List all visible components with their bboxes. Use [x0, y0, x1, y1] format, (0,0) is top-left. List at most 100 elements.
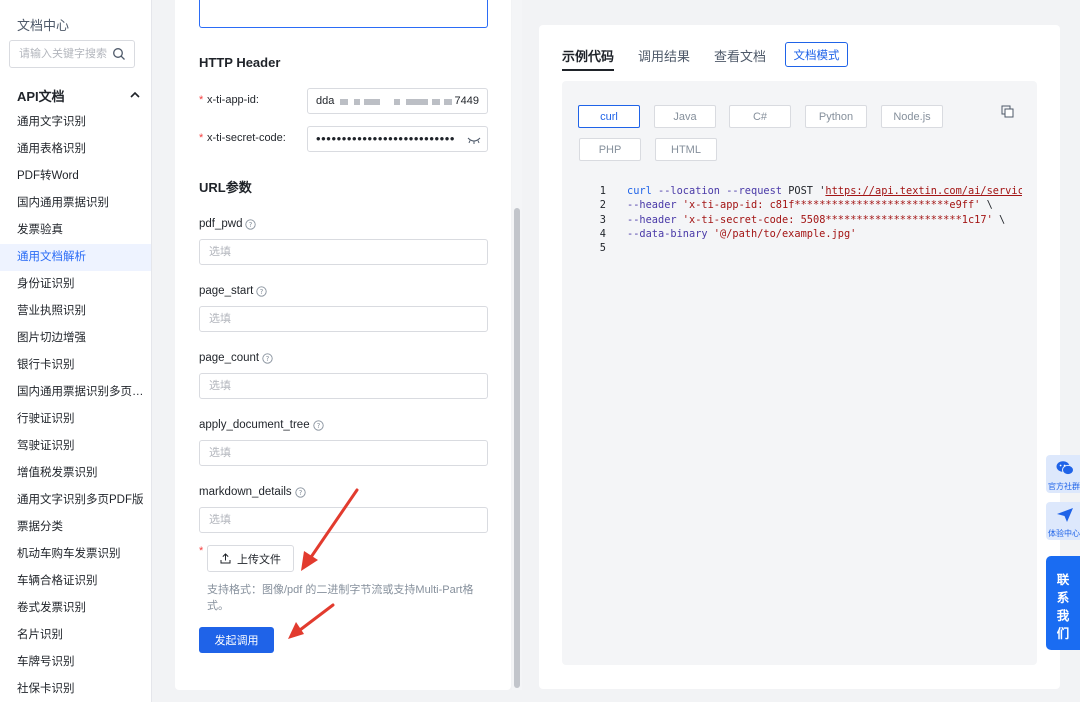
param-label: markdown_details	[199, 486, 292, 498]
page-count-input[interactable]	[199, 373, 488, 399]
sidebar-item-image-crop[interactable]: 图片切边增强	[0, 325, 151, 352]
sidebar-item-table-ocr[interactable]: 通用表格识别	[0, 136, 151, 163]
param-label: page_count	[199, 352, 260, 364]
code-url[interactable]: https://api.textin.com/ai/service/v1/pdf…	[825, 185, 1022, 197]
chevron-up-icon[interactable]	[129, 89, 141, 101]
sidebar-section-api[interactable]: API文档	[0, 82, 151, 108]
http-header-title: HTTP Header	[199, 55, 281, 70]
secret-code-row: * x-ti-secret-code: ••••••••••••••••••••…	[199, 126, 488, 152]
param-page-start: page_start ?	[199, 283, 488, 332]
sidebar-search[interactable]	[9, 40, 135, 68]
search-icon[interactable]	[112, 47, 126, 61]
line-number: 5	[599, 242, 606, 255]
sidebar-title: 文档中心	[17, 18, 70, 33]
sidebar-item-vehicle-license[interactable]: 行驶证识别	[0, 406, 151, 433]
code-token: 'x-ti-app-id: c81f**********************…	[676, 199, 981, 212]
search-input[interactable]	[10, 41, 110, 67]
sidebar-item-driver-license[interactable]: 驾驶证识别	[0, 433, 151, 460]
param-label: pdf_pwd	[199, 218, 243, 230]
line-number: 2	[599, 199, 606, 212]
sidebar-item-business-card[interactable]: 名片识别	[0, 622, 151, 649]
lang-tab-html[interactable]: HTML	[655, 138, 717, 161]
svg-text:?: ?	[249, 221, 253, 229]
sidebar-item-bill-classify[interactable]: 票据分类	[0, 514, 151, 541]
lang-tab-php[interactable]: PHP	[579, 138, 641, 161]
sidebar-item-plate[interactable]: 车牌号识别	[0, 649, 151, 676]
send-icon	[1057, 508, 1073, 522]
help-icon[interactable]: ?	[245, 218, 257, 230]
apply-document-tree-input[interactable]	[199, 440, 488, 466]
upload-hint: 支持格式：图像/pdf 的二进制字节流或支持Multi-Part格式。	[207, 584, 474, 612]
app-id-prefix: dda	[316, 95, 335, 107]
param-pdf-pwd: pdf_pwd ?	[199, 216, 488, 265]
tab-view-docs[interactable]: 查看文档	[714, 46, 766, 69]
svg-text:?: ?	[266, 355, 270, 363]
lang-tab-java[interactable]: Java	[654, 105, 716, 128]
help-icon[interactable]: ?	[312, 419, 324, 431]
sidebar-item-business-license[interactable]: 营业执照识别	[0, 298, 151, 325]
code-token: POST '	[782, 185, 826, 197]
experience-label: 体验中心	[1048, 529, 1080, 538]
sidebar-item-vat-invoice[interactable]: 增值税发票识别	[0, 460, 151, 487]
sidebar-item-social-card[interactable]: 社保卡识别	[0, 676, 151, 702]
lang-tab-nodejs[interactable]: Node.js	[881, 105, 943, 128]
sidebar-list: 通用文字识别 通用表格识别 PDF转Word 国内通用票据识别 发票验真 通用文…	[0, 109, 151, 702]
lang-tab-python[interactable]: Python	[805, 105, 867, 128]
code-line: 4 --data-binary '@/path/to/example.jpg'	[592, 227, 1022, 241]
lang-tab-csharp[interactable]: C#	[729, 105, 791, 128]
code-panel: 示例代码 调用结果 查看文档 文档模式 curl Java C# Python …	[539, 25, 1060, 689]
previous-field[interactable]	[199, 0, 488, 28]
code-token: --header	[627, 199, 677, 212]
app-id-suffix: 7449	[454, 95, 479, 107]
secret-code-field[interactable]: •••••••••••••••••••••••••••	[307, 126, 488, 152]
pdf-pwd-input[interactable]	[199, 239, 488, 265]
contact-char: 系	[1056, 591, 1070, 605]
lang-tab-curl[interactable]: curl	[578, 105, 640, 128]
sidebar-item-doc-parse[interactable]: 通用文档解析	[0, 244, 151, 271]
sidebar-item-id-card[interactable]: 身份证识别	[0, 271, 151, 298]
page-start-input[interactable]	[199, 306, 488, 332]
sidebar-item-bank-card[interactable]: 银行卡识别	[0, 352, 151, 379]
help-icon[interactable]: ?	[256, 285, 268, 297]
help-icon[interactable]: ?	[262, 352, 273, 364]
upload-file-button[interactable]: 上传文件	[207, 545, 294, 572]
param-label: apply_document_tree	[199, 419, 310, 431]
form-scrollbar-thumb[interactable]	[514, 208, 520, 688]
redaction-mask	[340, 99, 348, 105]
sidebar-item-car-invoice[interactable]: 机动车购车发票识别	[0, 541, 151, 568]
line-number: 4	[599, 227, 606, 240]
app-id-field[interactable]: dda 7449	[307, 88, 488, 114]
sidebar-item-roll-invoice[interactable]: 卷式发票识别	[0, 595, 151, 622]
code-box: curl Java C# Python Node.js PHP HTML 1 c…	[562, 81, 1037, 665]
code-token: \	[992, 213, 1006, 226]
sidebar-item-bill-multipage[interactable]: 国内通用票据识别多页PDF版	[0, 379, 151, 406]
sidebar-item-vehicle-cert[interactable]: 车辆合格证识别	[0, 568, 151, 595]
contact-char: 联	[1056, 573, 1070, 587]
sidebar-item-pdf-to-word[interactable]: PDF转Word	[0, 163, 151, 190]
doc-mode-button[interactable]: 文档模式	[785, 42, 848, 67]
wechat-icon	[1056, 461, 1074, 476]
contact-char: 我	[1056, 609, 1070, 623]
sidebar-item-ocr-multipage[interactable]: 通用文字识别多页PDF版	[0, 487, 151, 514]
sidebar: 文档中心 API文档 通用文字识别 通用表格识别 PDF转Word 国内通用票据…	[0, 0, 152, 702]
experience-widget[interactable]: 体验中心	[1046, 502, 1080, 540]
sidebar-item-domestic-bill[interactable]: 国内通用票据识别	[0, 190, 151, 217]
sidebar-item-invoice-verify[interactable]: 发票验真	[0, 217, 151, 244]
upload-icon	[220, 553, 231, 564]
tab-sample-code[interactable]: 示例代码	[562, 46, 615, 71]
url-params-title: URL参数	[199, 180, 252, 195]
community-widget[interactable]: 官方社群	[1046, 455, 1080, 493]
submit-call-button[interactable]: 发起调用	[199, 627, 274, 653]
request-form: HTTP Header * x-ti-app-id: dda 7449 * x-…	[175, 0, 511, 690]
svg-text:?: ?	[316, 422, 320, 430]
app-id-row: * x-ti-app-id: dda 7449	[199, 88, 488, 114]
annotation-arrow	[301, 488, 359, 571]
line-number: 3	[599, 213, 606, 226]
tab-call-result[interactable]: 调用结果	[638, 46, 690, 69]
code-text: --header 'x-ti-secret-code: 5508********…	[627, 213, 1005, 227]
contact-us-button[interactable]: 联 系 我 们	[1046, 556, 1080, 650]
sidebar-item-general-ocr[interactable]: 通用文字识别	[0, 109, 151, 136]
eye-closed-icon[interactable]	[467, 135, 481, 145]
secret-code-label: x-ti-secret-code:	[207, 132, 286, 144]
copy-icon[interactable]	[1001, 105, 1014, 118]
